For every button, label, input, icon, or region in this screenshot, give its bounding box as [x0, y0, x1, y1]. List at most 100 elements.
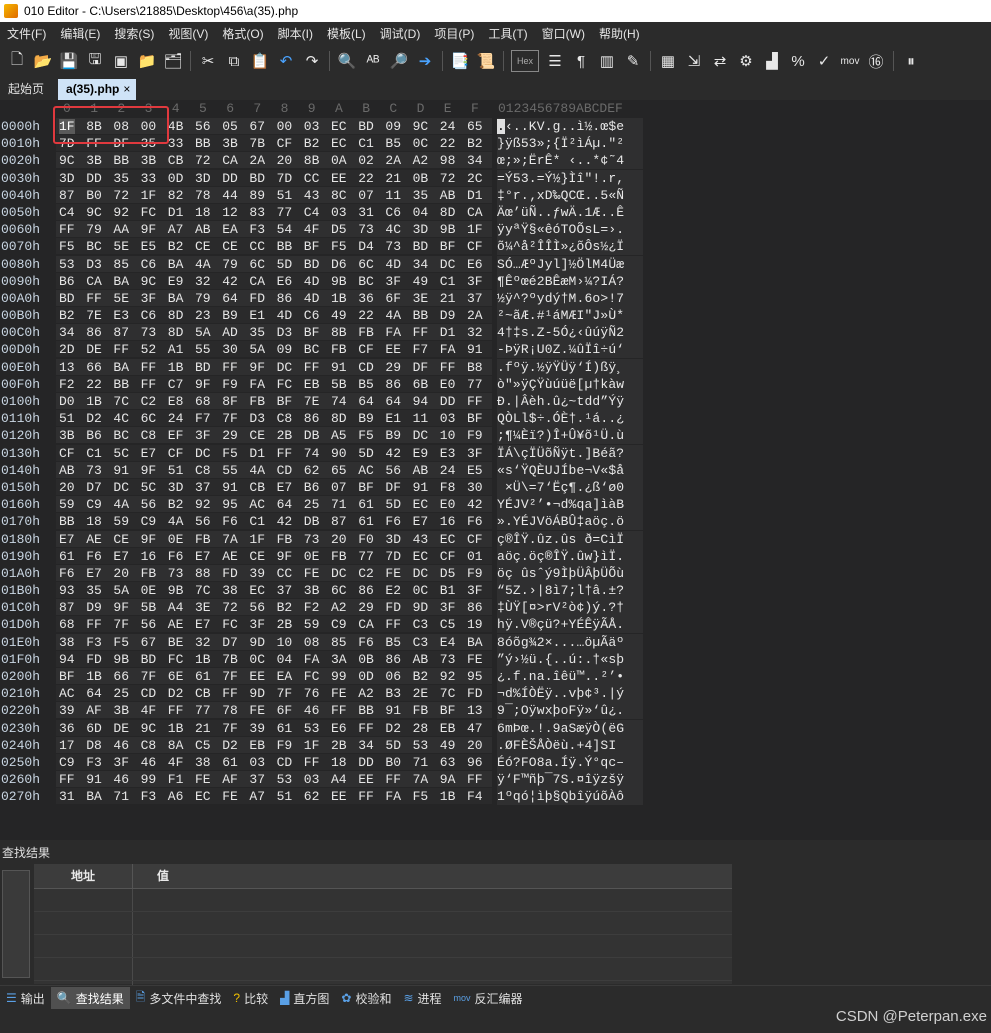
hex-byte[interactable]: 61 [358, 514, 374, 529]
hex-byte[interactable]: BE [168, 635, 184, 650]
hex-byte[interactable]: 03 [440, 411, 456, 426]
hex-byte[interactable]: 7F [113, 617, 129, 632]
hex-byte[interactable]: DC [277, 360, 293, 375]
hex-byte[interactable]: BA [113, 274, 129, 289]
hex-byte[interactable]: B5 [358, 377, 374, 392]
bottom-tab[interactable]: ✿ 校验和 [335, 987, 397, 1009]
hex-byte[interactable]: FF [385, 617, 401, 632]
hex-byte[interactable]: FE [467, 652, 483, 667]
hex-byte[interactable]: 5D [277, 257, 293, 272]
hex-byte[interactable]: CE [195, 239, 211, 254]
hex-byte[interactable]: 9A [440, 772, 456, 787]
ascii-text[interactable]: 8óõg¾2×...…öµÃäº [497, 633, 643, 651]
hex-byte[interactable]: 6F [277, 703, 293, 718]
hex-byte[interactable]: CE [113, 532, 129, 547]
hex-byte[interactable]: 64 [86, 686, 102, 701]
hex-byte[interactable]: 0B [358, 652, 374, 667]
hex-byte[interactable]: E0 [440, 497, 456, 512]
hex-byte[interactable]: FB [277, 532, 293, 547]
hex-byte[interactable]: 86 [304, 411, 320, 426]
hex-byte[interactable]: 44 [222, 188, 238, 203]
hex-byte[interactable]: CC [249, 239, 265, 254]
ascii-text[interactable]: ¶Êºœé2BÊæM›¼?IÁ? [497, 272, 643, 290]
ascii-text[interactable]: œ;»;ËrÊ* ‹..*¢˜4 [497, 152, 643, 170]
hex-byte[interactable]: 85 [113, 257, 129, 272]
hex-byte[interactable]: 3D [59, 171, 75, 186]
hex-byte[interactable]: FD [467, 686, 483, 701]
menu-item[interactable]: 文件(F) [0, 25, 53, 42]
hex-byte[interactable]: 9C [141, 721, 157, 736]
hex-byte[interactable]: FF [467, 772, 483, 787]
hex-byte[interactable]: AD [222, 325, 238, 340]
hex-byte[interactable]: E9 [413, 446, 429, 461]
ascii-text[interactable]: ÿyªŸ§«êóTOÕsL=›. [497, 221, 643, 239]
hex-byte[interactable]: CA [467, 205, 483, 220]
ascii-text[interactable]: “5Z.›|8ì7;l†â.±? [497, 582, 643, 600]
hex-byte[interactable]: 46 [113, 738, 129, 753]
hex-byte[interactable]: 19 [467, 617, 483, 632]
hex-byte[interactable]: BB [59, 514, 75, 529]
bottom-tab[interactable]: 🗎 多文件中查找 [130, 987, 228, 1009]
hex-byte[interactable]: FB [141, 566, 157, 581]
hex-byte[interactable]: D7 [86, 480, 102, 495]
hex-byte[interactable]: 3F [385, 274, 401, 289]
hex-byte[interactable]: 6C [358, 257, 374, 272]
ascii-text[interactable]: Äœ’üÑ..ƒwÄ.1Æ..Ê [497, 203, 643, 221]
hex-row[interactable]: 0110h 51 D2 4C 6C 24 F7 7F D3 C8 86 8D B9 E1 11 03 BF QÒL… [0, 410, 991, 428]
hex-byte[interactable]: 86 [385, 377, 401, 392]
hex-byte[interactable]: 86 [277, 291, 293, 306]
hex-byte[interactable]: 86 [467, 600, 483, 615]
hex-byte[interactable]: 4A [385, 308, 401, 323]
hex-byte[interactable]: DD [222, 171, 238, 186]
workspace-icon[interactable]: 🗂 [162, 50, 184, 72]
hex-byte[interactable]: FD [385, 600, 401, 615]
hex-byte[interactable]: 3B [113, 703, 129, 718]
hex-byte[interactable]: BA [168, 257, 184, 272]
hex-byte[interactable]: 61 [222, 755, 238, 770]
hex-byte[interactable]: 1F [141, 188, 157, 203]
hex-byte[interactable]: DD [358, 755, 374, 770]
hex-byte[interactable]: EE [331, 171, 347, 186]
hex-byte[interactable]: 87 [59, 600, 75, 615]
ascii-text[interactable]: ‡ÙŸ[¤>rV²ò¢)ý.?† [497, 599, 643, 617]
hex-byte[interactable]: 8A [168, 738, 184, 753]
hex-byte[interactable]: BD [59, 291, 75, 306]
hex-byte[interactable]: EC [413, 497, 429, 512]
hex-byte[interactable]: 99 [331, 669, 347, 684]
hex-byte[interactable]: 20 [467, 738, 483, 753]
ascii-text[interactable]: .ØFÈŠÅÒëù.+4]SI [497, 736, 643, 754]
hex-byte[interactable]: E6 [331, 721, 347, 736]
hex-byte[interactable]: 56 [141, 617, 157, 632]
hex-byte[interactable]: CE [222, 239, 238, 254]
hex-byte[interactable]: CA [249, 274, 265, 289]
hex-byte[interactable]: 5A [195, 325, 211, 340]
hex-byte[interactable]: 72 [222, 600, 238, 615]
hex-byte[interactable]: E2 [385, 583, 401, 598]
hex-byte[interactable]: EB [440, 721, 456, 736]
hex-byte[interactable]: 51 [59, 411, 75, 426]
hex-byte[interactable]: F9 [467, 428, 483, 443]
hex-byte[interactable]: 0C [413, 583, 429, 598]
hex-byte[interactable]: AC [358, 463, 374, 478]
hex-byte[interactable]: 34 [467, 153, 483, 168]
hex-byte[interactable]: E9 [168, 274, 184, 289]
hex-byte[interactable]: 61 [277, 721, 293, 736]
hex-row[interactable]: 0100h D0 1B 7C C2 E8 68 8F FB BF 7E 74 64 64 94 DD FF Ð.|… [0, 393, 991, 410]
hex-byte[interactable]: 7F [222, 669, 238, 684]
hex-byte[interactable]: FB [358, 325, 374, 340]
hex-byte[interactable]: 4F [304, 222, 320, 237]
hex-byte[interactable]: FF [59, 772, 75, 787]
hex-byte[interactable]: 6E [168, 669, 184, 684]
ascii-text[interactable]: ‡°r.‚xD‰QCŒ..5«Ñ [497, 186, 643, 204]
hex-byte[interactable]: 88 [195, 566, 211, 581]
hex-byte[interactable]: 08 [304, 635, 320, 650]
hex-byte[interactable]: 6C [331, 583, 347, 598]
tab-start-page[interactable]: 起始页 [0, 79, 52, 100]
hex-byte[interactable]: A7 [249, 789, 265, 804]
hex-byte[interactable]: DE [86, 342, 102, 357]
hex-byte[interactable]: FA [440, 342, 456, 357]
hex-byte[interactable]: F3 [249, 222, 265, 237]
hex-byte[interactable]: 31 [59, 789, 75, 804]
hex-byte[interactable]: 8D [331, 411, 347, 426]
hex-byte[interactable]: D2 [385, 721, 401, 736]
